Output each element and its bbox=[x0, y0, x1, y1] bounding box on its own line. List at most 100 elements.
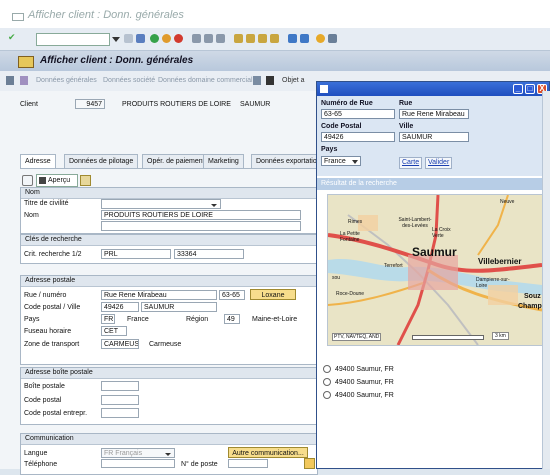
chevron-down-icon bbox=[211, 204, 217, 207]
general-data-link[interactable]: Données générales bbox=[36, 77, 97, 84]
display-change-icon[interactable] bbox=[20, 76, 28, 85]
timezone-label: Fuseau horaire bbox=[24, 328, 72, 335]
postal-code-field[interactable]: 49426 bbox=[101, 302, 139, 312]
popup-street-field[interactable]: Rue Rene Mirabeau bbox=[399, 109, 469, 119]
transport-zone-field[interactable]: CARMEUSE bbox=[101, 339, 139, 349]
next-page-icon[interactable] bbox=[258, 34, 267, 43]
command-field[interactable] bbox=[36, 33, 110, 46]
region-code-field[interactable]: 49 bbox=[224, 314, 240, 324]
title-label: Titre de civilité bbox=[24, 200, 69, 207]
client-number-field: 9457 bbox=[75, 99, 105, 109]
map-link[interactable]: Carte bbox=[399, 157, 423, 169]
exit-icon[interactable] bbox=[162, 34, 171, 43]
radio-icon[interactable] bbox=[323, 365, 331, 373]
postal-city-label: Code postal / Ville bbox=[24, 304, 81, 311]
map-place-rimes: Rimes bbox=[348, 219, 363, 225]
expand-icon[interactable] bbox=[22, 175, 33, 186]
pobox-field[interactable] bbox=[101, 381, 139, 391]
radio-icon[interactable] bbox=[323, 391, 331, 399]
street-label: Rue / numéro bbox=[24, 292, 67, 299]
popup-city-field[interactable]: SAUMUR bbox=[399, 132, 469, 142]
result-item[interactable]: 49400 Saumur, FR bbox=[323, 378, 394, 386]
tab-marketing[interactable]: Marketing bbox=[203, 154, 244, 169]
chevron-down-icon[interactable] bbox=[112, 37, 120, 42]
client-label: Client bbox=[20, 101, 38, 108]
tab-paiement[interactable]: Opér. de paiement bbox=[142, 154, 210, 169]
name-field-2[interactable] bbox=[101, 221, 301, 231]
other-communication-button[interactable]: Autre communication... bbox=[228, 447, 308, 458]
menu-icon[interactable] bbox=[18, 56, 34, 68]
first-page-icon[interactable] bbox=[234, 34, 243, 43]
map-place-sou: sou bbox=[332, 275, 341, 281]
apercu-button[interactable]: Aperçu bbox=[36, 174, 78, 187]
last-page-icon[interactable] bbox=[270, 34, 279, 43]
popup-country-select[interactable]: France bbox=[321, 156, 361, 166]
title-select[interactable] bbox=[101, 199, 221, 209]
street-field[interactable]: Rue Rene Mirabeau bbox=[101, 290, 217, 300]
maximize-icon[interactable]: □ bbox=[525, 84, 535, 94]
radio-icon[interactable] bbox=[323, 378, 331, 386]
page-title: Afficher client : Donn. générales bbox=[40, 55, 194, 66]
house-number-field[interactable]: 63-65 bbox=[219, 290, 245, 300]
map-canvas[interactable] bbox=[328, 195, 542, 345]
vertical-scrollbar[interactable] bbox=[542, 91, 550, 469]
minimize-icon[interactable]: _ bbox=[513, 84, 523, 94]
tab-adresse[interactable]: Adresse bbox=[20, 154, 56, 169]
tab-exportation[interactable]: Données exportation bbox=[251, 154, 326, 169]
save-icon[interactable] bbox=[136, 34, 145, 43]
result-item[interactable]: 49400 Saumur, FR bbox=[323, 391, 394, 399]
pobox-section-header: Adresse boîte postale bbox=[21, 368, 317, 379]
check-icon[interactable]: ✔ bbox=[8, 32, 17, 42]
tab-divider bbox=[20, 168, 316, 169]
validate-link[interactable]: Valider bbox=[425, 157, 453, 169]
pobox-postal-field[interactable] bbox=[101, 395, 139, 405]
find-next-icon[interactable] bbox=[216, 34, 225, 43]
object-link[interactable]: Objet a bbox=[282, 77, 305, 84]
popup-form: Numéro de Rue Rue 63-65 Rue Rene Mirabea… bbox=[317, 96, 549, 176]
postal-section-header: Adresse postale bbox=[21, 276, 317, 287]
sales-area-link[interactable]: Données domaine commercial bbox=[158, 77, 253, 84]
document-icon[interactable] bbox=[266, 76, 274, 85]
popup-window-icon bbox=[320, 85, 328, 93]
cancel-icon[interactable] bbox=[174, 34, 183, 43]
country-code-field[interactable]: FR bbox=[101, 314, 115, 324]
print-icon[interactable] bbox=[192, 34, 201, 43]
find-icon[interactable] bbox=[204, 34, 213, 43]
map-place-souz: Souz bbox=[524, 293, 541, 300]
shortcut-icon[interactable] bbox=[300, 34, 309, 43]
popup-postal-field[interactable]: 49426 bbox=[321, 132, 395, 142]
extension-field[interactable] bbox=[228, 459, 268, 468]
company-postal-field[interactable] bbox=[101, 408, 139, 418]
result-label: 49400 Saumur, FR bbox=[335, 378, 394, 386]
map[interactable]: Neuve Rimes Saint-Lambert-des-Levées La … bbox=[327, 194, 543, 346]
back-icon[interactable] bbox=[124, 34, 133, 43]
standard-toolbar: ✔ bbox=[0, 28, 550, 51]
layout-menu-icon[interactable] bbox=[328, 34, 337, 43]
back-arrow-icon[interactable] bbox=[150, 34, 159, 43]
window-title-bar: Afficher client : Donn. générales bbox=[0, 0, 550, 28]
search-section-header: Clés de recherche bbox=[21, 235, 317, 246]
other-client-icon[interactable] bbox=[6, 76, 14, 85]
phone-label: Téléphone bbox=[24, 461, 58, 468]
search-key-2-field[interactable]: 33364 bbox=[174, 249, 244, 259]
more-phones-icon[interactable] bbox=[304, 458, 315, 469]
popup-street-no-field[interactable]: 63-65 bbox=[321, 109, 395, 119]
popup-country-label: Pays bbox=[321, 146, 338, 153]
map-scale-bar bbox=[412, 335, 484, 340]
phone-field[interactable] bbox=[101, 459, 175, 468]
language-select[interactable]: FR Français bbox=[101, 448, 175, 458]
timezone-field[interactable]: CET bbox=[101, 326, 127, 336]
tab-pilotage[interactable]: Données de pilotage bbox=[64, 154, 139, 169]
previous-page-icon[interactable] bbox=[246, 34, 255, 43]
print-preview-icon[interactable] bbox=[80, 175, 91, 186]
company-postal-label: Code postal entrepr. bbox=[24, 410, 88, 417]
new-session-icon[interactable] bbox=[288, 34, 297, 43]
name-field[interactable]: PRODUITS ROUTIERS DE LOIRE bbox=[101, 210, 301, 220]
help-icon[interactable] bbox=[316, 34, 325, 43]
city-field[interactable]: SAUMUR bbox=[141, 302, 217, 312]
result-item[interactable]: 49400 Saumur, FR bbox=[323, 365, 394, 373]
search-key-1-field[interactable]: PRL bbox=[101, 249, 171, 259]
loxane-button[interactable]: Loxane bbox=[250, 289, 296, 300]
notes-icon[interactable] bbox=[253, 76, 261, 85]
company-data-link[interactable]: Données société bbox=[103, 77, 155, 84]
